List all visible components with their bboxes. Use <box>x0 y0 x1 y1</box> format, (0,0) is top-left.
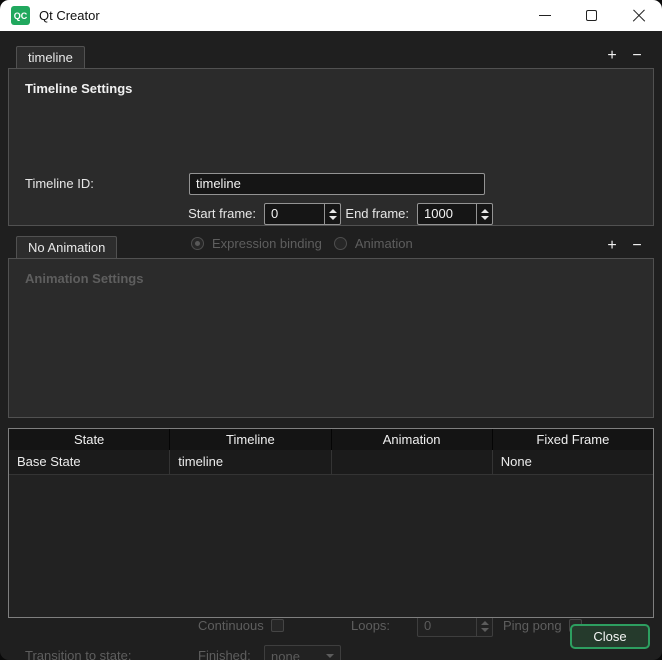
ping-pong-label: Ping pong <box>503 615 562 637</box>
qt-creator-logo-icon: QC <box>11 6 30 25</box>
maximize-button[interactable] <box>568 0 615 31</box>
qt-creator-dialog-window: QC Qt Creator timeline + − Timeline Sett… <box>0 0 662 660</box>
binding-type-radio-group: Expression binding Animation <box>191 235 413 251</box>
animation-radio-label: Animation <box>355 236 413 251</box>
close-window-button[interactable] <box>615 0 662 31</box>
tab-timeline[interactable]: timeline <box>16 46 85 69</box>
animation-settings-heading: Animation Settings <box>25 271 143 286</box>
add-animation-button[interactable]: + <box>601 236 623 258</box>
column-header-fixed-frame[interactable]: Fixed Frame <box>493 429 653 450</box>
states-table: State Timeline Animation Fixed Frame Bas… <box>8 428 654 618</box>
cell-animation[interactable] <box>332 450 493 475</box>
end-frame-spinner[interactable]: 1000 <box>417 203 493 225</box>
spin-down-icon[interactable] <box>481 216 489 220</box>
loops-label: Loops: <box>351 615 390 637</box>
spin-up-icon <box>481 621 489 625</box>
remove-timeline-button[interactable]: − <box>626 46 648 68</box>
table-header-row: State Timeline Animation Fixed Frame <box>9 429 653 450</box>
expression-binding-radio <box>191 237 204 250</box>
expression-binding-radio-label: Expression binding <box>212 236 322 251</box>
transition-to-state-label: Transition to state: <box>25 645 131 660</box>
continuous-checkbox <box>271 619 284 632</box>
close-icon <box>632 9 646 23</box>
window-controls <box>521 0 662 31</box>
cell-timeline[interactable]: timeline <box>170 450 331 475</box>
tab-no-animation[interactable]: No Animation <box>16 236 117 259</box>
titlebar: QC Qt Creator <box>0 0 662 31</box>
cell-fixed-frame[interactable]: None <box>493 450 653 475</box>
spinner-buttons[interactable] <box>476 204 492 224</box>
loops-spinner: 0 <box>417 615 493 637</box>
animation-settings-pane: Animation Settings Animation ID: Running… <box>8 258 654 418</box>
finished-dropdown: none <box>264 645 341 660</box>
minimize-button[interactable] <box>521 0 568 31</box>
cell-state[interactable]: Base State <box>9 450 170 475</box>
maximize-icon <box>586 10 597 21</box>
timeline-settings-heading: Timeline Settings <box>25 81 132 96</box>
column-header-animation[interactable]: Animation <box>332 429 493 450</box>
start-frame-label: Start frame: <box>149 203 256 225</box>
spin-up-icon[interactable] <box>481 209 489 213</box>
spinner-buttons <box>476 616 492 636</box>
remove-animation-button[interactable]: − <box>626 236 648 258</box>
column-header-state[interactable]: State <box>9 429 170 450</box>
finished-label: Finished: <box>198 645 251 660</box>
timeline-id-input[interactable]: timeline <box>189 173 485 195</box>
timeline-id-label: Timeline ID: <box>25 173 94 195</box>
continuous-label: Continuous <box>198 615 264 637</box>
end-frame-label: End frame: <box>309 203 409 225</box>
window-title: Qt Creator <box>39 8 521 23</box>
logo-text: QC <box>14 11 28 21</box>
animation-radio <box>334 237 347 250</box>
table-empty-area <box>9 475 653 617</box>
timeline-settings-pane: Timeline Settings Timeline ID: timeline … <box>8 68 654 226</box>
column-header-timeline[interactable]: Timeline <box>170 429 331 450</box>
close-button[interactable]: Close <box>570 624 650 649</box>
table-row[interactable]: Base State timeline None <box>9 450 653 475</box>
minimize-icon <box>539 15 551 17</box>
dropdown-arrow-icon <box>326 654 334 658</box>
spin-down-icon <box>481 628 489 632</box>
add-timeline-button[interactable]: + <box>601 46 623 68</box>
